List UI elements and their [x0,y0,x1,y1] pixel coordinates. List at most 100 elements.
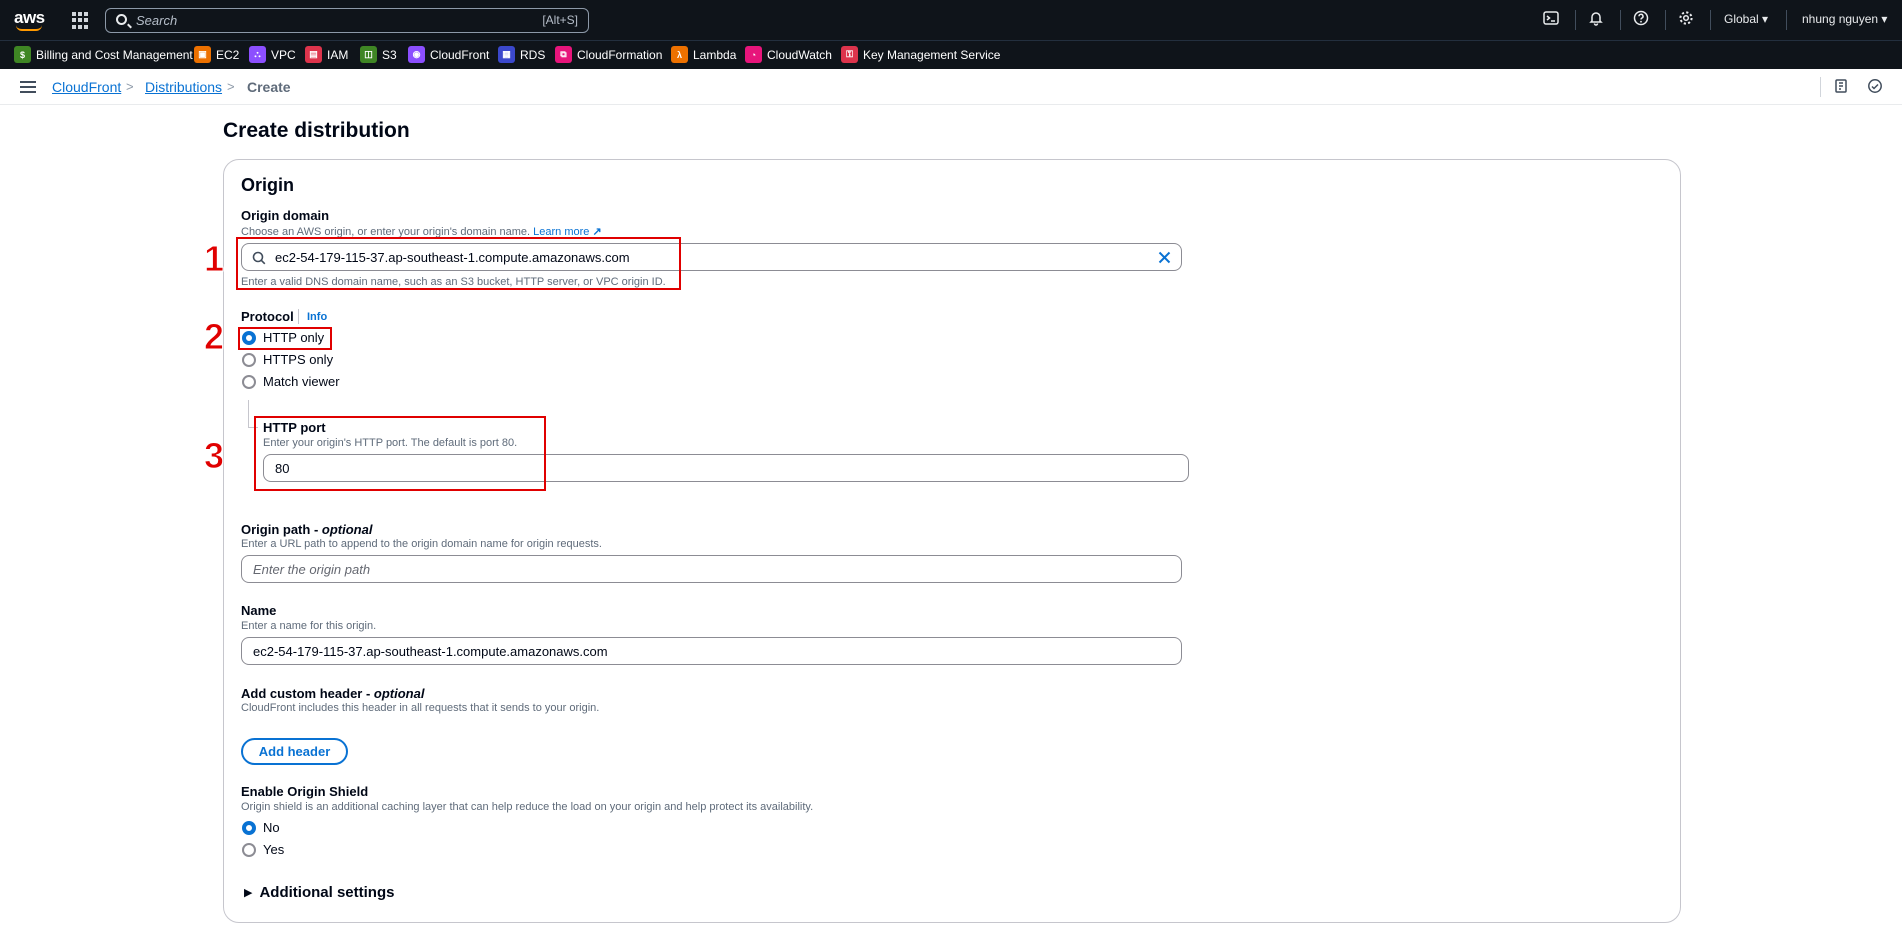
page-title: Create distribution [223,119,410,142]
custom-header-description: CloudFront includes this header in all r… [241,702,600,714]
chevron-right-icon: > [126,79,134,94]
annotation-box-1 [236,237,681,290]
custom-header-label-text: Add custom header - [241,686,374,701]
section-title: Origin [241,175,294,195]
breadcrumb-cloudfront[interactable]: CloudFront [52,79,121,95]
favorite-label: Billing and Cost Management [36,47,193,62]
additional-settings-label: Additional settings [259,884,395,901]
name-description: Enter a name for this origin. [241,620,377,632]
origin-path-description: Enter a URL path to append to the origin… [241,538,602,550]
annotation-box-2 [238,327,332,350]
breadcrumb-bar: CloudFront > Distributions > Create [0,69,1902,105]
origin-shield-radio-no[interactable]: No [242,820,280,835]
origin-shield-description: Origin shield is an additional caching l… [241,801,814,813]
favorite-cloudfront[interactable]: ◉ CloudFront [408,46,489,63]
radio-unselected-icon [242,374,256,389]
origin-shield-label: Enable Origin Shield [241,784,369,799]
search-shortcut: [Alt+S] [542,13,578,27]
additional-settings-expander[interactable]: ▶ Additional settings [244,884,394,901]
bell-icon[interactable] [1586,10,1606,30]
origin-domain-label: Origin domain [241,208,330,223]
favorite-label: RDS [520,47,546,62]
radio-label: HTTPS only [263,352,334,367]
favorite-label: S3 [382,47,397,62]
iam-service-icon: ▤ [305,46,322,63]
ec2-service-icon: ▣ [194,46,211,63]
favorite-kms[interactable]: ⚿ Key Management Service [841,46,1000,63]
cloudwatch-service-icon: ◔ [745,46,762,63]
favorite-label: CloudFront [430,47,490,62]
radio-unselected-icon [242,842,256,857]
chevron-right-icon: > [227,79,235,94]
breadcrumb-distributions[interactable]: Distributions [145,79,222,95]
menu-icon[interactable] [20,81,36,93]
search-input[interactable]: Search [Alt+S] [105,8,589,33]
caret-right-icon: ▶ [244,887,253,899]
add-header-button[interactable]: Add header [241,738,348,765]
favorite-label: VPC [271,47,296,62]
protocol-label: Protocol [241,309,294,324]
annotation-number-2: 2 [203,316,225,358]
cloudshell-icon[interactable] [1541,10,1561,30]
custom-header-label: Add custom header - optional [241,686,424,701]
clear-icon[interactable] [1158,251,1171,264]
favorite-s3[interactable]: ◫ S3 [360,46,397,63]
favorites-bar: $ Billing and Cost Management ▣ EC2 ⛬ VPC ▤… [0,40,1902,69]
kms-service-icon: ⚿ [841,46,858,63]
origin-path-label-text: Origin path - [241,522,322,537]
favorite-label: CloudWatch [767,47,832,62]
origin-path-input[interactable]: Enter the origin path [241,555,1182,583]
region-selector[interactable]: Global ▾ [1724,12,1768,26]
favorite-label: IAM [327,47,349,62]
name-label: Name [241,603,277,618]
radio-label: Match viewer [263,374,340,389]
protocol-info-link[interactable]: Info [307,311,327,323]
origin-path-label: Origin path - optional [241,522,372,537]
favorite-ec2[interactable]: ▣ EC2 [194,46,239,63]
lambda-service-icon: λ [671,46,688,63]
annotation-number-1: 1 [203,238,225,280]
annotation-number-3: 3 [203,435,225,477]
radio-selected-icon [242,820,256,835]
s3-service-icon: ◫ [360,46,377,63]
favorite-label: EC2 [216,47,240,62]
radio-label: No [263,820,280,835]
name-value: ec2-54-179-115-37.ap-southeast-1.compute… [253,644,608,659]
aws-logo-icon[interactable]: aws [14,8,46,32]
origin-path-placeholder: Enter the origin path [253,562,371,577]
notes-panel-icon[interactable] [1832,78,1850,96]
protocol-radio-match-viewer[interactable]: Match viewer [242,374,340,389]
rds-service-icon: ▦ [498,46,515,63]
gear-icon[interactable] [1676,10,1696,30]
favorite-label: Key Management Service [863,47,1001,62]
breadcrumb-create: Create [247,79,291,95]
favorite-billing[interactable]: $ Billing and Cost Management [14,46,193,63]
favorite-rds[interactable]: ▦ RDS [498,46,545,63]
optional-tag: optional [373,686,425,701]
feedback-icon[interactable] [1866,78,1884,96]
services-grid-icon[interactable] [72,12,89,29]
radio-label: Yes [263,842,285,857]
favorite-lambda[interactable]: λ Lambda [671,46,736,63]
cloudfront-service-icon: ◉ [408,46,425,63]
top-navigation: aws Search [Alt+S] Global ▾ nhung nguyen… [0,0,1902,40]
radio-unselected-icon [242,352,256,367]
user-menu[interactable]: nhung nguyen ▾ [1802,12,1887,26]
help-icon[interactable] [1631,10,1651,30]
favorite-cloudformation[interactable]: ⧉ CloudFormation [555,46,662,63]
name-input[interactable]: ec2-54-179-115-37.ap-southeast-1.compute… [241,637,1182,665]
favorite-vpc[interactable]: ⛬ VPC [249,46,296,63]
annotation-box-3 [254,416,546,491]
search-placeholder: Search [136,13,178,28]
cloudformation-service-icon: ⧉ [555,46,572,63]
origin-shield-radio-yes[interactable]: Yes [242,842,284,857]
billing-service-icon: $ [14,46,31,63]
favorite-iam[interactable]: ▤ IAM [305,46,348,63]
search-icon [116,14,127,25]
favorite-label: CloudFormation [577,47,663,62]
favorite-cloudwatch[interactable]: ◔ CloudWatch [745,46,832,63]
optional-tag: optional [321,522,373,537]
protocol-radio-https-only[interactable]: HTTPS only [242,352,333,367]
favorite-label: Lambda [693,47,737,62]
vpc-service-icon: ⛬ [249,46,266,63]
